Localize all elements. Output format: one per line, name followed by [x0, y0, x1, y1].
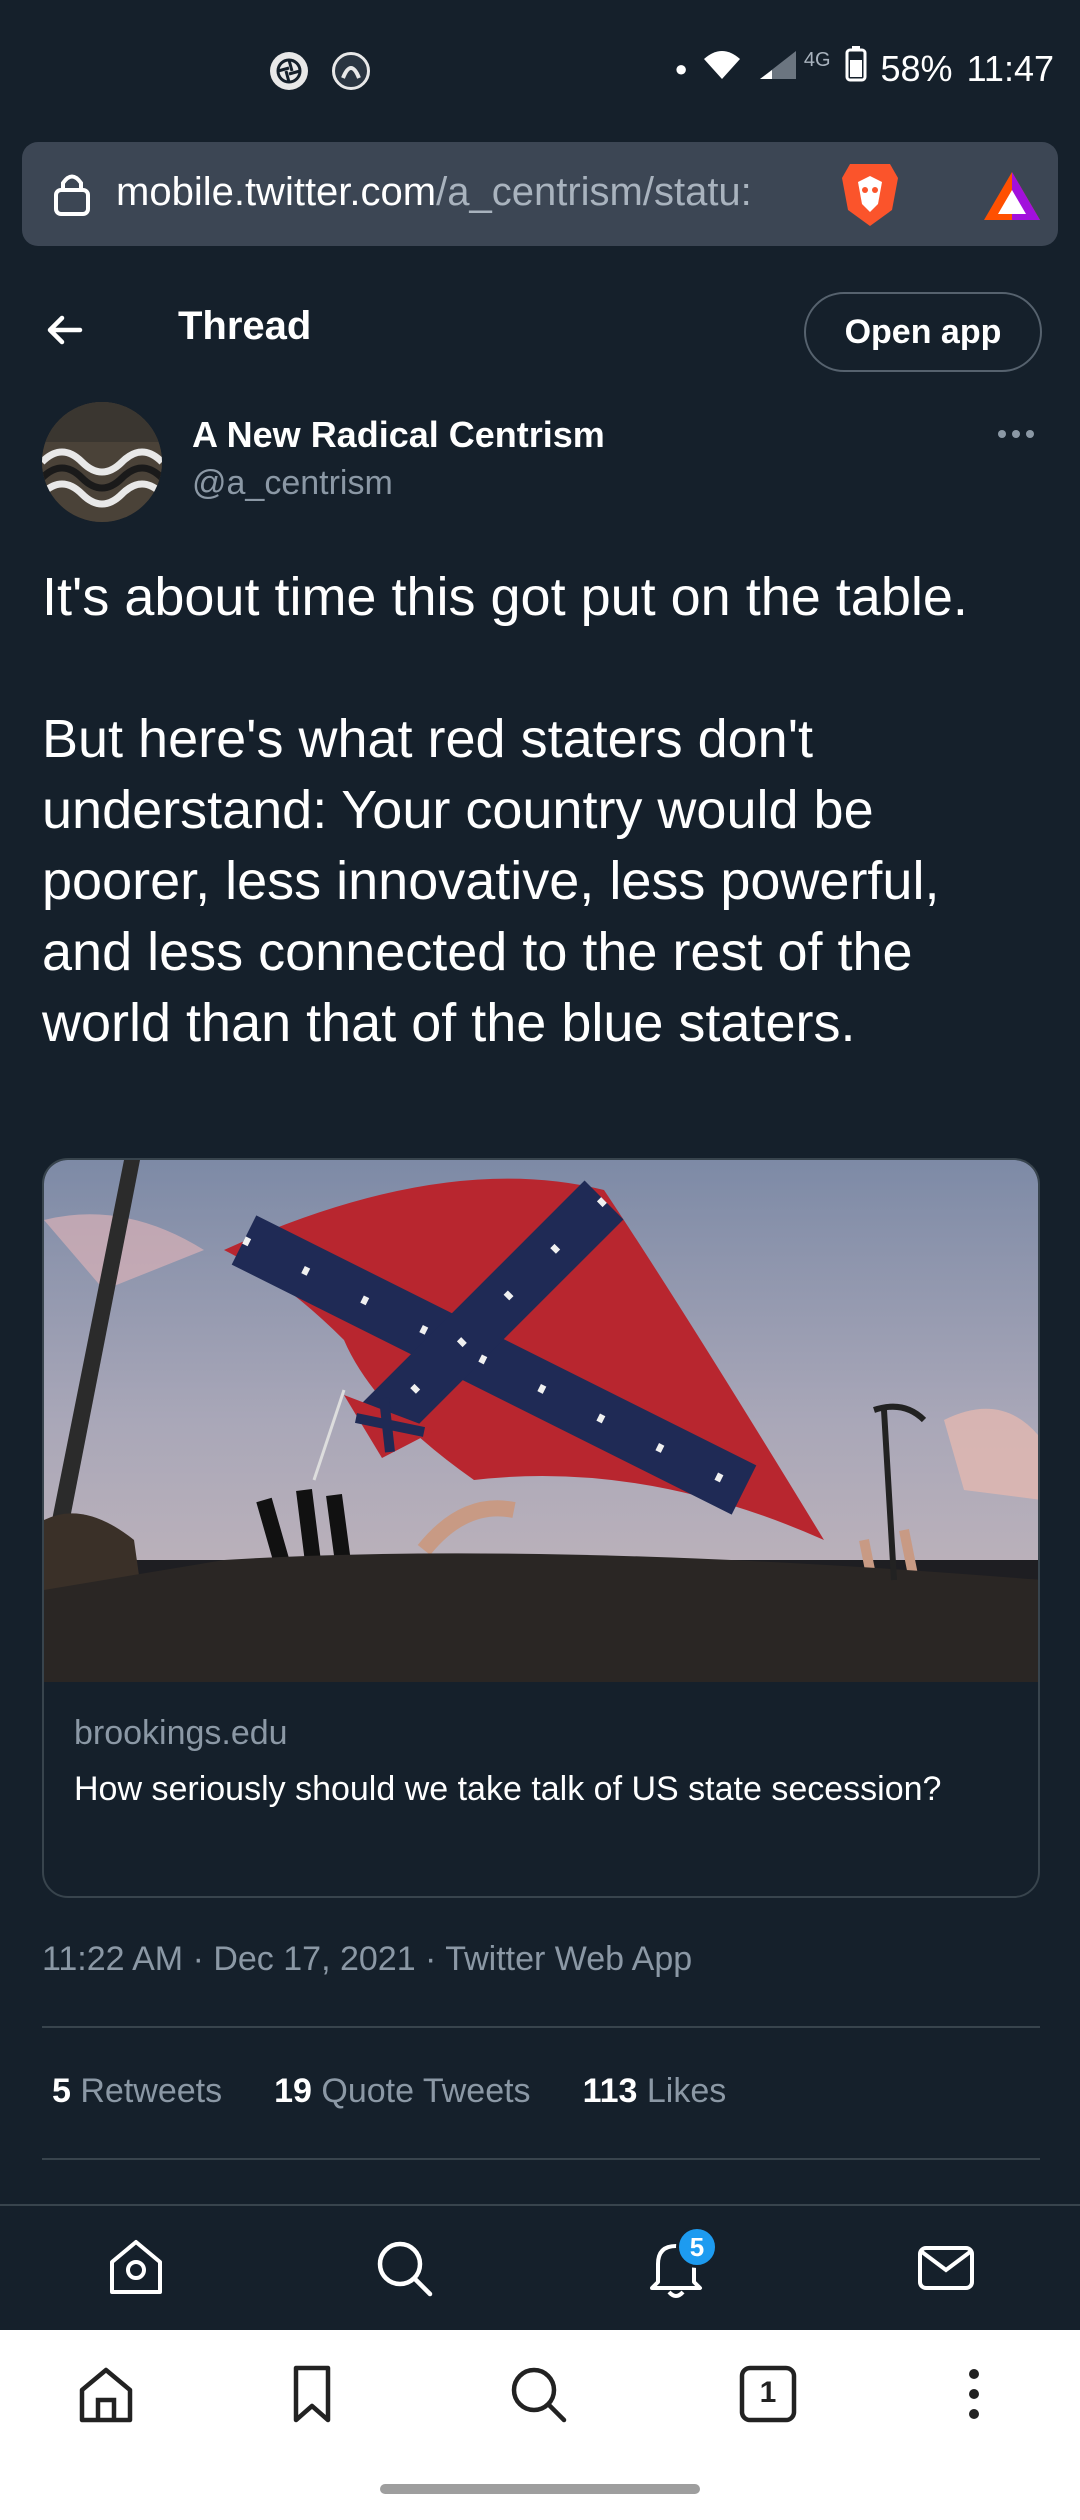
tabs-icon[interactable]: 1 — [736, 2362, 800, 2426]
card-domain: brookings.edu — [74, 1714, 288, 1752]
wifi-icon — [702, 48, 742, 90]
camera-shutter-icon — [270, 52, 308, 90]
lock-icon — [52, 170, 92, 221]
author-name[interactable]: A New Radical Centrism — [192, 414, 605, 456]
divider — [42, 2158, 1040, 2160]
url-path: /a_centrism/statu: — [436, 170, 752, 214]
more-options-icon[interactable] — [996, 424, 1036, 449]
battery-icon — [845, 46, 867, 91]
tweet-stats: 5 Retweets 19 Quote Tweets 113 Likes — [52, 2072, 726, 2111]
url-host: mobile.twitter.com — [116, 170, 437, 214]
back-arrow-icon[interactable] — [40, 306, 88, 354]
dot-icon: ● — [674, 55, 688, 81]
retweets-stat[interactable]: 5 Retweets — [52, 2072, 222, 2111]
retweets-label: Retweets — [80, 2072, 223, 2110]
open-app-button[interactable]: Open app — [804, 292, 1042, 372]
quotes-count: 19 — [274, 2072, 312, 2110]
status-notification-icons — [270, 52, 370, 90]
likes-count: 113 — [582, 2072, 638, 2110]
link-card[interactable]: brookings.edu How seriously should we ta… — [42, 1158, 1040, 1898]
status-indicators: ● 4G 58% 11:47 — [675, 46, 1054, 91]
author-handle[interactable]: @a_centrism — [192, 464, 393, 503]
network-type: 4G — [803, 49, 831, 71]
brave-shields-icon[interactable] — [840, 160, 900, 233]
battery-percent: 58% — [880, 47, 953, 89]
status-bar: ● 4G 58% 11:47 — [0, 0, 1080, 140]
tweet-text: It's about time this got put on the tabl… — [42, 567, 968, 1053]
divider — [42, 2026, 1040, 2028]
tweet-timestamp[interactable]: 11:22 AM · Dec 17, 2021 · Twitter Web Ap… — [42, 1940, 692, 1979]
card-title: How seriously should we take talk of US … — [74, 1770, 942, 1808]
home-indicator[interactable] — [380, 2484, 700, 2494]
clock: 11:47 — [966, 47, 1054, 89]
app-notification-icon — [332, 52, 370, 90]
quotes-label: Quote Tweets — [321, 2072, 531, 2110]
gesture-bar — [0, 2458, 1080, 2520]
signal-icon — [756, 48, 800, 90]
notifications-badge: 5 — [676, 2226, 718, 2268]
browser-search-icon[interactable] — [506, 2362, 570, 2426]
thread-header: Thread Open app — [0, 270, 1080, 390]
avatar[interactable] — [42, 402, 162, 522]
tab-count: 1 — [759, 2376, 777, 2409]
browser-bottom-nav: 1 — [0, 2330, 1080, 2458]
likes-stat[interactable]: 113 Likes — [583, 2072, 727, 2111]
quote-tweets-stat[interactable]: 19 Quote Tweets — [274, 2072, 530, 2111]
retweets-count: 5 — [52, 2072, 71, 2110]
address-bar[interactable]: mobile.twitter.com/a_centrism/statu: — [22, 142, 1058, 246]
messages-icon[interactable] — [914, 2236, 978, 2300]
search-icon[interactable] — [372, 2236, 436, 2300]
likes-label: Likes — [646, 2072, 727, 2110]
card-image — [44, 1160, 1038, 1682]
bookmark-icon[interactable] — [280, 2362, 344, 2426]
browser-home-icon[interactable] — [74, 2362, 138, 2426]
twitter-bottom-nav: 5 — [0, 2204, 1080, 2330]
home-icon[interactable] — [104, 2236, 168, 2300]
brave-rewards-icon[interactable] — [982, 170, 1042, 227]
url-text[interactable]: mobile.twitter.com/a_centrism/statu: — [116, 170, 836, 215]
page-title: Thread — [178, 304, 312, 348]
browser-menu-icon[interactable] — [942, 2362, 1006, 2426]
